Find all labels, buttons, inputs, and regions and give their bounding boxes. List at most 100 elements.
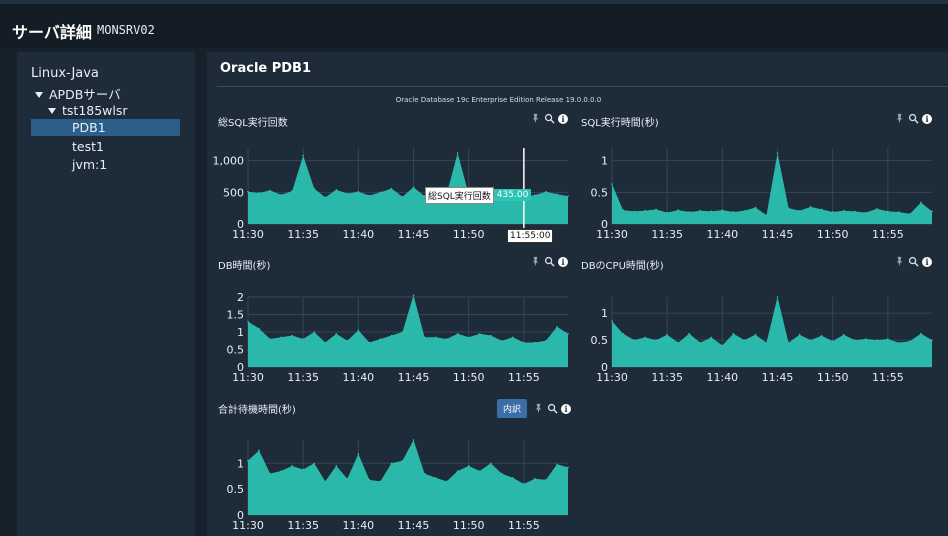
zoom-icon[interactable] <box>908 113 919 124</box>
data-point <box>357 190 360 193</box>
data-point <box>280 470 282 472</box>
data-point <box>489 462 492 465</box>
data-point <box>401 331 404 333</box>
pin-icon[interactable] <box>530 113 541 124</box>
data-point <box>721 209 724 211</box>
data-point <box>765 214 768 216</box>
data-point <box>887 210 889 213</box>
data-point <box>666 333 668 336</box>
data-point <box>467 465 470 467</box>
data-point <box>567 195 569 197</box>
x-tick-label: 11:35 <box>651 371 683 384</box>
tree-item-test1[interactable]: test1 <box>72 139 104 154</box>
data-point <box>379 480 382 483</box>
data-point <box>302 468 304 471</box>
data-point <box>931 210 933 213</box>
data-point <box>644 336 646 339</box>
x-tick-label: 11:45 <box>762 371 794 384</box>
y-tick-label: 500 <box>223 186 244 199</box>
data-point <box>269 338 271 340</box>
y-tick-label: 0.5 <box>591 334 609 347</box>
data-point <box>456 332 459 335</box>
data-point <box>655 208 657 211</box>
data-point <box>809 206 812 208</box>
data-point <box>853 210 856 213</box>
data-point <box>864 211 867 214</box>
info-icon[interactable]: i <box>558 113 568 124</box>
data-point <box>765 341 768 344</box>
data-point <box>478 332 481 335</box>
zoom-icon[interactable] <box>908 256 919 267</box>
data-point <box>743 209 746 212</box>
data-point <box>842 333 845 336</box>
data-point <box>853 339 856 341</box>
tree-node-apdb[interactable]: APDBサーバ <box>35 84 121 103</box>
data-point <box>622 209 624 211</box>
data-point <box>743 339 746 341</box>
data-point <box>633 210 635 213</box>
data-point <box>512 336 514 339</box>
series-area <box>248 440 568 515</box>
pin-icon[interactable] <box>894 256 905 267</box>
data-point <box>467 336 470 339</box>
data-point <box>898 341 900 344</box>
panel-title: Oracle PDB1 <box>220 61 312 76</box>
chevron-down-icon[interactable] <box>35 91 43 98</box>
data-point <box>876 339 878 341</box>
x-tick-label: 11:40 <box>706 228 738 241</box>
x-tick-label: 11:55 <box>508 519 540 532</box>
pin-icon[interactable] <box>533 403 544 414</box>
data-point <box>269 472 271 475</box>
zoom-icon[interactable] <box>547 403 558 414</box>
x-tick-label: 11:35 <box>287 371 319 384</box>
data-point <box>379 338 382 340</box>
x-tick-label: 11:50 <box>817 228 849 241</box>
chart-db-time: 00.511.5211:30 11:35 11:40 11:45 11:50 11:55 <box>227 291 569 384</box>
x-tick-label: 11:35 <box>651 228 683 241</box>
data-point <box>787 341 790 344</box>
data-point <box>302 154 304 157</box>
data-point <box>390 187 393 190</box>
data-point <box>567 332 569 335</box>
x-tick-label: 11:30 <box>596 371 628 384</box>
info-icon[interactable]: i <box>558 256 568 267</box>
chevron-down-icon[interactable] <box>48 107 56 114</box>
series-area <box>248 295 568 367</box>
tree-item-pdb1[interactable]: PDB1 <box>31 119 180 136</box>
data-point <box>831 340 834 342</box>
zoom-icon[interactable] <box>544 113 555 124</box>
data-point <box>247 320 249 323</box>
x-tick-label: 11:50 <box>453 519 485 532</box>
zoom-icon[interactable] <box>544 256 555 267</box>
x-tick-label: 11:50 <box>817 371 849 384</box>
chart-tools-db-cpu: i <box>894 256 932 267</box>
data-point <box>820 334 823 337</box>
chart-tools-total-wait: 内訳 i <box>497 399 572 418</box>
info-icon[interactable]: i <box>922 256 932 267</box>
info-icon[interactable]: i <box>561 403 572 414</box>
data-point <box>798 209 801 212</box>
x-tick-label: 11:30 <box>232 228 264 241</box>
data-point <box>876 208 878 210</box>
info-icon[interactable]: i <box>922 113 932 124</box>
tree-root[interactable]: Linux-Java <box>31 66 99 81</box>
data-point <box>357 453 360 455</box>
data-point <box>456 470 459 472</box>
pin-icon[interactable] <box>530 256 541 267</box>
data-point <box>313 187 316 190</box>
data-point <box>787 207 790 209</box>
chart-title-sql-time: SQL実行時間(秒) <box>581 118 659 129</box>
chart-tools-sql-time: i <box>894 113 932 124</box>
chart-total-wait: 00.5111:30 11:35 11:40 11:45 11:50 11:55 <box>227 439 569 532</box>
data-point <box>313 462 316 465</box>
data-point <box>820 208 823 211</box>
data-point <box>346 477 349 480</box>
data-point <box>644 209 646 212</box>
data-point <box>909 340 911 342</box>
pin-icon[interactable] <box>894 113 905 124</box>
breakdown-button[interactable]: 内訳 <box>497 399 528 418</box>
data-point <box>534 194 536 196</box>
data-point <box>666 211 668 214</box>
tree-item-jvm1[interactable]: jvm:1 <box>72 157 107 172</box>
tree-node-host[interactable]: tst185wlsr <box>48 103 128 118</box>
